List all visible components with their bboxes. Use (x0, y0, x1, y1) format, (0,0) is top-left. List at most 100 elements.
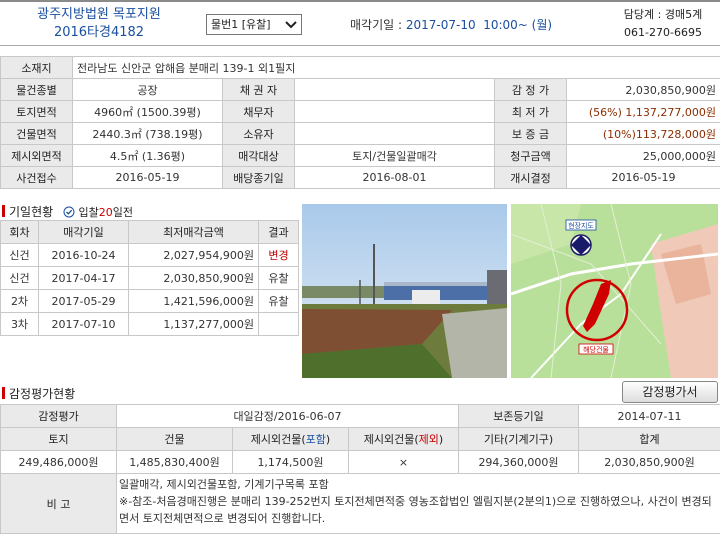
val-excl-excl: × (348, 450, 459, 474)
creditor-label: 채 권 자 (222, 78, 295, 101)
col-excl-incl-word: 포함 (305, 433, 326, 446)
preserve-value: 2014-07-11 (578, 404, 720, 428)
remark-label: 비 고 (0, 473, 117, 534)
val-land: 249,486,000원 (0, 450, 117, 474)
min-price-value: (56%) 1,137,277,000원 (565, 100, 720, 123)
appraisal-title: 감정평가현황 (9, 387, 76, 401)
map-label-bottom: 해당건물 (583, 345, 609, 354)
location-map[interactable]: 현장지도 해당건물 (511, 204, 718, 378)
history-header-round: 회차 (0, 220, 39, 244)
history-result (258, 312, 299, 336)
property-photo[interactable] (302, 204, 507, 378)
chevron-down-icon (285, 21, 297, 29)
col-excluded-excluded: 제시외건물(제외) (348, 427, 459, 451)
history-price: 2,030,850,900원 (128, 266, 259, 290)
col-building: 건물 (116, 427, 233, 451)
claim-label: 청구금액 (494, 144, 567, 167)
map-label-top: 현장지도 (568, 221, 594, 230)
dividend-value: 2016-08-01 (294, 166, 495, 189)
history-title: 기일현황 (9, 205, 54, 219)
col-excl-incl-prefix: 제시외건물( (250, 433, 306, 446)
appraisal-table: 감정평가 대일감정/2016-06-07 보존등기일 2014-07-11 토지… (0, 404, 720, 534)
deposit-label: 보 증 금 (494, 122, 567, 145)
item-select-value: 물번1 [유찰] (211, 18, 271, 31)
contact-dept: 담당계 : 경매5계 (623, 8, 703, 21)
val-building: 1,485,830,400원 (116, 450, 233, 474)
owner-value (294, 122, 495, 145)
col-excl-excl-word: 제외 (418, 433, 439, 446)
history-round: 신건 (0, 266, 39, 290)
remark-cell: 일괄매각, 제시외건물포함, 기계기구목록 포함 ※-참조-처음경매진행은 분매… (116, 473, 720, 534)
sale-date: 매각기일 : 2017-07-10 10:00~ (월) (350, 16, 552, 33)
debtor-label: 채무자 (222, 100, 295, 123)
item-select[interactable]: 물번1 [유찰] (206, 14, 302, 35)
sale-date-label: 매각기일 : (350, 18, 403, 32)
deposit-value: (10%)113,728,000원 (565, 122, 720, 145)
history-header-date: 매각기일 (38, 220, 129, 244)
bid-countdown: 입찰20일전 (63, 206, 133, 219)
court-name: 광주지방법원 목포지원 (37, 7, 161, 22)
col-excluded-included: 제시외건물(포함) (232, 427, 349, 451)
col-excl-excl-prefix: 제시외건물( (363, 433, 419, 446)
val-excl-incl: 1,174,500원 (232, 450, 349, 474)
type-label: 물건종별 (0, 78, 73, 101)
building-area-label: 건물면적 (0, 122, 73, 145)
history-header-price: 최저매각금액 (128, 220, 259, 244)
start-label: 개시결정 (494, 166, 567, 189)
appraisal-report-button[interactable]: 감정평가서 (622, 381, 718, 403)
sale-target-label: 매각대상 (222, 144, 295, 167)
section-marker (2, 205, 5, 217)
start-value: 2016-05-19 (565, 166, 720, 189)
land-area-label: 토지면적 (0, 100, 73, 123)
history-result: 유찰 (258, 289, 299, 313)
sale-date-value: 2017-07-10 10:00~ (월) (405, 18, 553, 32)
col-total: 합계 (578, 427, 720, 451)
history-date: 2017-05-29 (38, 289, 129, 313)
val-other: 294,360,000원 (458, 450, 579, 474)
history-date: 2017-07-10 (38, 312, 129, 336)
check-circle-icon (63, 206, 75, 218)
col-other: 기타(기계기구) (458, 427, 579, 451)
history-result: 변경 (258, 243, 299, 267)
compass-icon (570, 234, 592, 256)
remark-line-1: 일괄매각, 제시외건물포함, 기계기구목록 포함 (119, 478, 329, 491)
property-info-table: 소재지 전라남도 신안군 압해읍 분매리 139-1 외1필지 물건종별 공장 … (0, 56, 720, 189)
history-row: 신건 2017-04-17 2,030,850,900원 유찰 (0, 266, 299, 290)
type-value: 공장 (72, 78, 223, 101)
preserve-label: 보존등기일 (458, 404, 579, 428)
court-block: 광주지방법원 목포지원 2016타경4182 (4, 6, 194, 42)
history-date: 2016-10-24 (38, 243, 129, 267)
case-header: 광주지방법원 목포지원 2016타경4182 물번1 [유찰] 매각기일 : 2… (0, 0, 720, 46)
excluded-area-label: 제시외면적 (0, 144, 73, 167)
col-close: ) (438, 433, 444, 446)
history-row: 3차 2017-07-10 1,137,277,000원 (0, 312, 299, 336)
history-price: 1,421,596,000원 (128, 289, 259, 313)
history-section-title: 기일현황 입찰20일전 (2, 203, 133, 220)
creditor-value (294, 78, 495, 101)
history-price: 1,137,277,000원 (128, 312, 259, 336)
appraisal-price-value: 2,030,850,900원 (565, 78, 720, 101)
dividend-label: 배당종기일 (222, 166, 295, 189)
bid-suffix: 일전 (112, 206, 133, 219)
owner-label: 소유자 (222, 122, 295, 145)
val-total: 2,030,850,900원 (578, 450, 720, 474)
received-value: 2016-05-19 (72, 166, 223, 189)
land-area-value: 4960㎡ (1500.39평) (72, 100, 223, 123)
appraisal-agency-label: 감정평가 (0, 404, 117, 428)
history-round: 2차 (0, 289, 39, 313)
section-marker (2, 387, 5, 399)
history-table: 회차 매각기일 최저매각금액 결과 신건 2016-10-24 2,027,95… (0, 220, 299, 336)
contact-phone: 061-270-6695 (624, 26, 702, 39)
history-round: 3차 (0, 312, 39, 336)
received-label: 사건접수 (0, 166, 73, 189)
claim-value: 25,000,000원 (565, 144, 720, 167)
col-close: ) (325, 433, 331, 446)
col-land: 토지 (0, 427, 117, 451)
debtor-value (294, 100, 495, 123)
history-result: 유찰 (258, 266, 299, 290)
appraisal-price-label: 감 정 가 (494, 78, 567, 101)
case-number: 2016타경4182 (53, 25, 145, 40)
location-value: 전라남도 신안군 압해읍 분매리 139-1 외1필지 (71, 56, 720, 79)
bid-days: 20 (98, 206, 113, 219)
excluded-area-value: 4.5㎡ (1.36평) (72, 144, 223, 167)
